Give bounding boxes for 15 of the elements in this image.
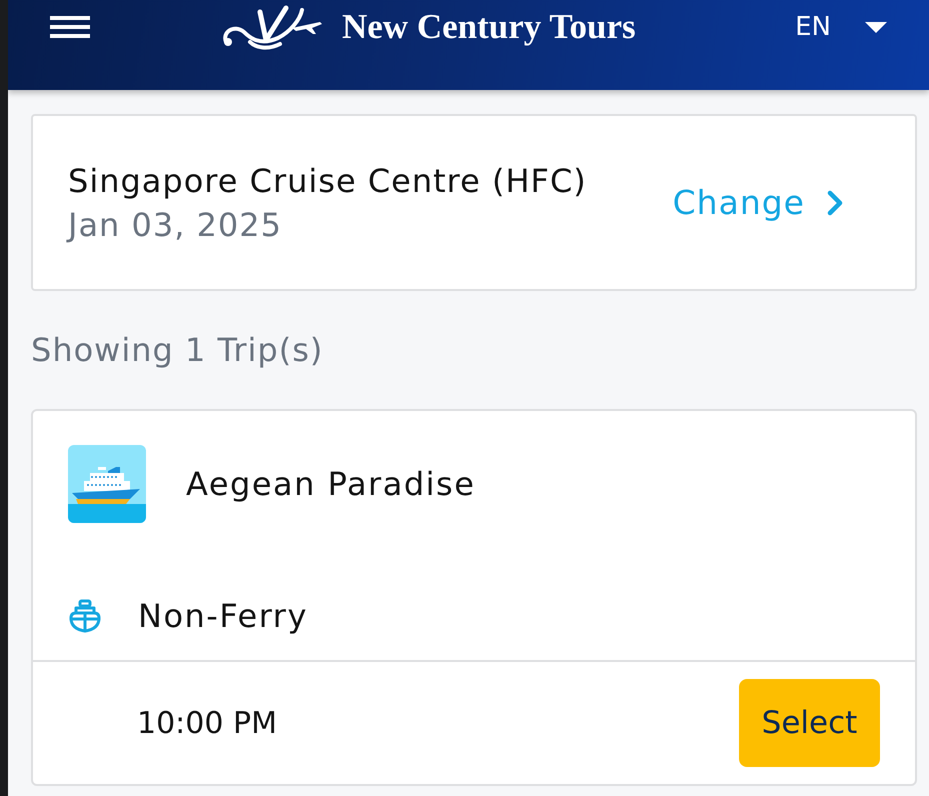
brand-name: New Century Tours bbox=[342, 7, 636, 47]
select-button[interactable]: Select bbox=[739, 679, 880, 767]
trip-type: Non-Ferry bbox=[138, 597, 308, 635]
caret-down-icon bbox=[865, 22, 887, 32]
terminal-name: Singapore Cruise Centre (HFC) bbox=[68, 162, 588, 200]
cruise-ship-icon bbox=[68, 445, 146, 523]
language-selector[interactable]: EN bbox=[795, 14, 887, 40]
results-count: Showing 1 Trip(s) bbox=[31, 331, 324, 369]
chevron-right-icon bbox=[827, 190, 843, 216]
departure-time: 10:00 PM bbox=[137, 706, 278, 740]
menu-icon bbox=[50, 16, 90, 38]
menu-button[interactable] bbox=[50, 16, 90, 38]
travel-date: Jan 03, 2025 bbox=[68, 206, 283, 244]
vessel-name: Aegean Paradise bbox=[186, 465, 476, 503]
boat-icon bbox=[68, 599, 102, 633]
